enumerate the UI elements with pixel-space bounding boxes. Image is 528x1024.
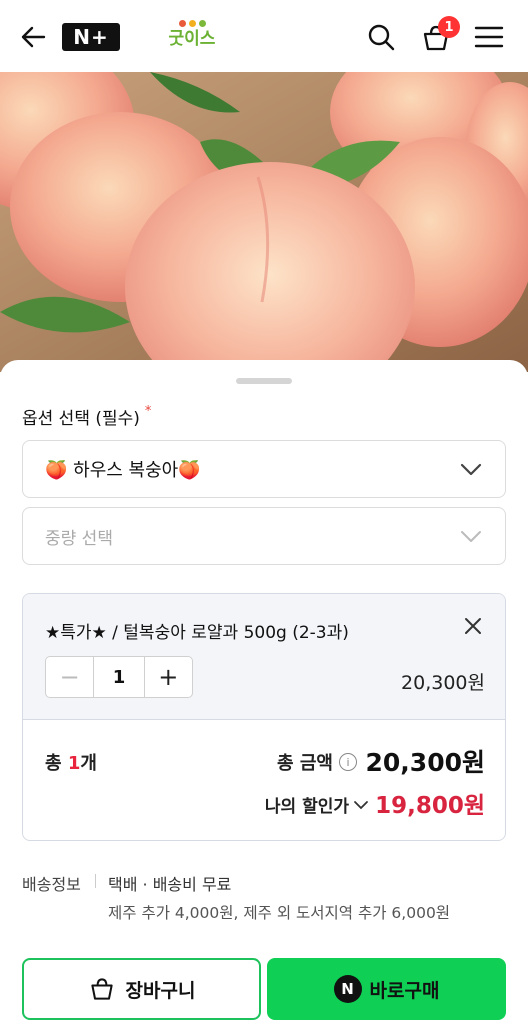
chevron-down-icon bbox=[460, 463, 482, 476]
cart-count-badge: 1 bbox=[438, 16, 460, 38]
naver-pay-icon: N bbox=[333, 975, 362, 1003]
selected-item-box: ★특가★ / 털복숭아 로얄과 500g (2-3과) − 1 + 20,300… bbox=[22, 593, 506, 841]
discount-label-text: 나의 할인가 bbox=[264, 797, 349, 817]
chevron-down-icon bbox=[354, 800, 368, 809]
selected-item-price: 20,300원 bbox=[401, 672, 485, 694]
shipping-extra-note: 제주 추가 4,000원, 제주 외 도서지역 추가 6,000원 bbox=[108, 904, 451, 922]
close-icon[interactable] bbox=[463, 616, 483, 636]
total-count-prefix: 총 bbox=[45, 753, 68, 774]
total-count-suffix: 개 bbox=[80, 753, 97, 774]
chevron-down-icon bbox=[461, 531, 481, 542]
hamburger-menu-icon[interactable] bbox=[474, 24, 504, 50]
info-icon[interactable]: i bbox=[339, 753, 357, 771]
add-to-cart-button[interactable]: 장바구니 bbox=[22, 958, 261, 1020]
discount-price: 19,800원 bbox=[375, 793, 485, 819]
nplus-logo[interactable]: N+ bbox=[62, 23, 120, 51]
cart-icon bbox=[90, 978, 113, 1000]
selected-item-name: ★특가★ / 털복숭아 로얄과 500g (2-3과) bbox=[45, 623, 349, 643]
option-section-title: 옵션 선택 (필수) * bbox=[22, 404, 151, 429]
brand-name: 굿이스 bbox=[168, 29, 216, 49]
buy-now-label: 바로구매 bbox=[369, 979, 440, 1002]
quantity-stepper: − 1 + bbox=[45, 656, 193, 698]
sheet-drag-handle[interactable] bbox=[236, 378, 292, 384]
my-discount-toggle[interactable]: 나의 할인가 bbox=[265, 792, 369, 817]
shipping-info-value: 택배 · 배송비 무료 bbox=[108, 875, 232, 894]
selected-item-row: ★특가★ / 털복숭아 로얄과 500g (2-3과) − 1 + 20,300… bbox=[23, 594, 505, 720]
quantity-value[interactable]: 1 bbox=[93, 657, 145, 697]
total-amount-label-text: 총 금액 bbox=[277, 753, 333, 774]
total-count: 총 1개 bbox=[45, 749, 97, 775]
buy-now-button[interactable]: N 바로구매 bbox=[267, 958, 506, 1020]
brand-dots bbox=[166, 20, 218, 29]
brand-logo[interactable]: 굿이스 bbox=[166, 20, 218, 54]
add-to-cart-label: 장바구니 bbox=[125, 979, 196, 1002]
product-image bbox=[0, 72, 528, 372]
increase-quantity-button[interactable]: + bbox=[145, 657, 192, 697]
product-option-value: 🍑 하우스 복숭아🍑 bbox=[45, 460, 201, 481]
total-amount: 20,300원 bbox=[365, 748, 485, 777]
total-count-number: 1 bbox=[67, 753, 81, 774]
shipping-info-label: 배송정보 bbox=[22, 875, 81, 894]
back-arrow-icon[interactable] bbox=[18, 22, 48, 52]
top-header: N+ 굿이스 1 bbox=[0, 0, 528, 72]
option-title-text: 옵션 선택 (필수) bbox=[22, 409, 140, 429]
weight-option-select[interactable]: 중량 선택 bbox=[22, 507, 506, 565]
option-bottom-sheet: 옵션 선택 (필수) * 🍑 하우스 복숭아🍑 중량 선택 ★특가★ / 털복숭아… bbox=[0, 360, 528, 1024]
total-amount-label: 총 금액 i bbox=[277, 749, 357, 775]
weight-option-placeholder: 중량 선택 bbox=[45, 528, 113, 549]
search-icon[interactable] bbox=[366, 22, 396, 52]
shipping-divider bbox=[95, 874, 96, 888]
required-mark: * bbox=[144, 404, 152, 419]
product-option-select[interactable]: 🍑 하우스 복숭아🍑 bbox=[22, 440, 506, 498]
decrease-quantity-button[interactable]: − bbox=[46, 657, 93, 697]
